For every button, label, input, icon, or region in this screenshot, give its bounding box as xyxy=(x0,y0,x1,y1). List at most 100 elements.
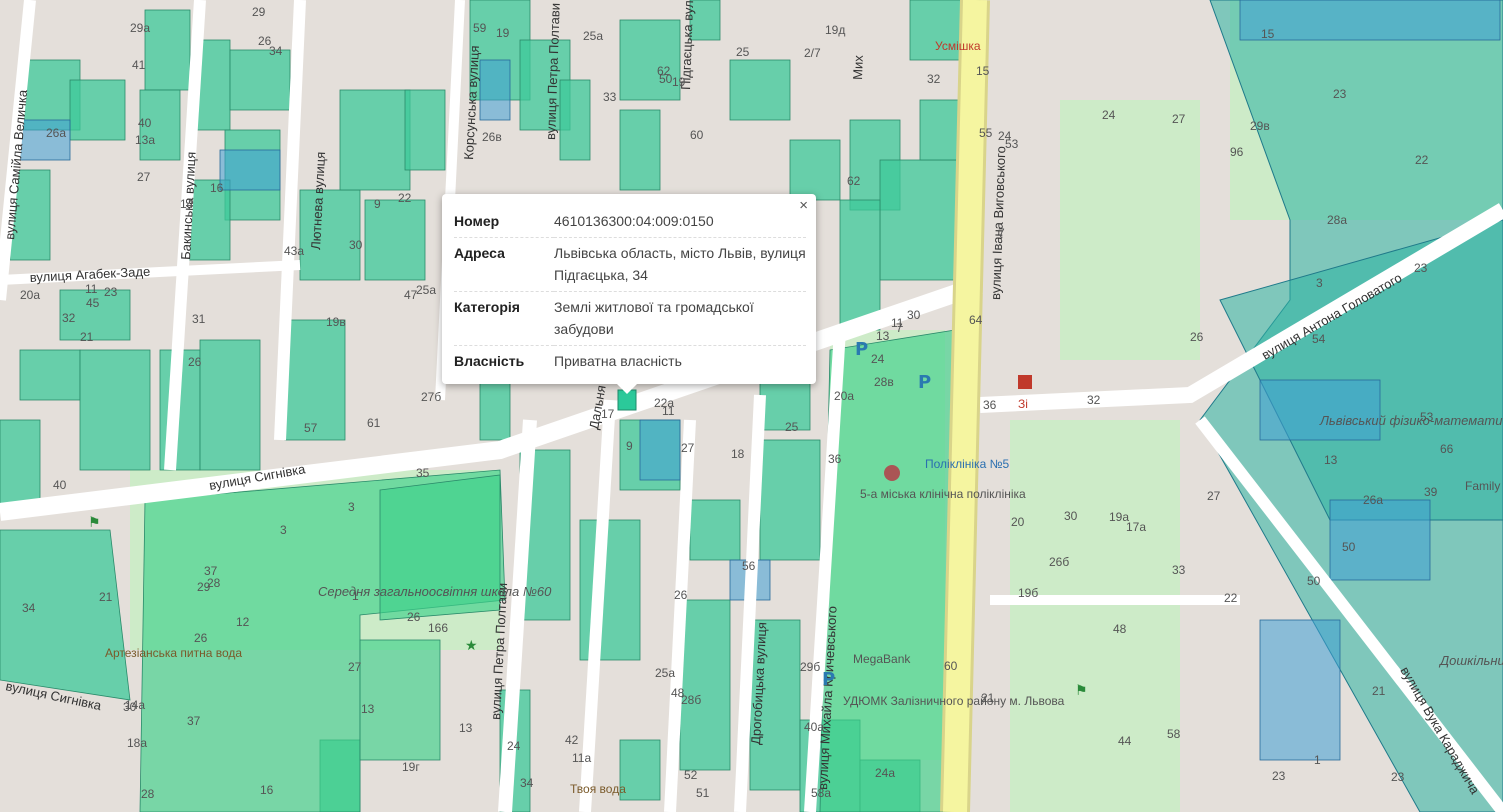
house-number: 36 xyxy=(828,452,842,466)
house-number: 62 xyxy=(847,174,861,188)
poi-label: 5-а міська клінічна поліклініка xyxy=(860,487,1026,501)
poi-label: Усмішка xyxy=(935,39,981,53)
house-number: 23 xyxy=(1272,769,1286,783)
house-number: 34 xyxy=(520,776,534,790)
row-value: Землі житлової та громадської забудови xyxy=(554,291,806,346)
house-number: 64 xyxy=(969,313,983,327)
house-number: 16 xyxy=(210,181,224,195)
poi-label: Артезіанська питна вода xyxy=(105,646,242,660)
house-number: 3 xyxy=(280,523,287,537)
house-number: 27 xyxy=(681,441,695,455)
house-number: 166 xyxy=(428,621,448,635)
house-number: 23 xyxy=(1391,770,1405,784)
house-number: 27б xyxy=(421,390,441,404)
house-number: 20 xyxy=(1011,515,1025,529)
house-number: 21 xyxy=(99,590,113,604)
playground-icon: ⚑ xyxy=(88,515,101,531)
house-number: 34 xyxy=(22,601,36,615)
row-value: 4610136300:04:009:0150 xyxy=(554,206,806,238)
house-number: 24а xyxy=(875,766,895,780)
house-number: 37 xyxy=(204,564,218,578)
house-number: 26 xyxy=(674,588,688,602)
house-number: 53 xyxy=(1420,410,1434,424)
house-number: 19в xyxy=(326,315,346,329)
house-number: 27 xyxy=(1172,112,1186,126)
house-number: 54 xyxy=(1312,332,1326,346)
house-number: 41 xyxy=(132,58,146,72)
poi-label: УДЮМК Залізничного району м. Львова xyxy=(843,694,1065,708)
house-number: 50 xyxy=(1307,574,1321,588)
parking-icon: P xyxy=(822,669,835,690)
house-number: 20а xyxy=(20,288,40,302)
house-number: 32 xyxy=(1087,393,1101,407)
house-number: 15 xyxy=(976,64,990,78)
house-number: 9 xyxy=(626,439,633,453)
poi-label: Дошкільний навчальний заклад №114 xyxy=(1438,653,1503,668)
house-number: 58 xyxy=(1167,727,1181,741)
house-number: 18 xyxy=(731,447,745,461)
pharmacy-icon xyxy=(1018,375,1032,389)
house-number: 58а xyxy=(811,786,831,800)
house-number: 24 xyxy=(1102,108,1116,122)
parcel-info-table: Номер 4610136300:04:009:0150 Адреса Льві… xyxy=(454,206,806,377)
house-number: 53 xyxy=(1005,137,1019,151)
house-number: 26в xyxy=(482,130,502,144)
house-number: 28в xyxy=(874,375,894,389)
house-number: 11 xyxy=(85,282,98,296)
house-number: 25а xyxy=(416,283,436,297)
house-number: 24 xyxy=(507,739,521,753)
house-number: 16 xyxy=(260,783,274,797)
house-number: 26 xyxy=(1190,330,1204,344)
house-number: 42 xyxy=(565,733,579,747)
house-number: 55 xyxy=(979,126,993,140)
poi-label: Львівський фізико-математичний ліцей xyxy=(1319,413,1503,428)
house-number: 2/7 xyxy=(804,46,821,60)
house-number: 37 xyxy=(187,714,201,728)
house-number: 48 xyxy=(1113,622,1127,636)
house-number: 9 xyxy=(374,197,381,211)
house-number: 26а xyxy=(46,126,66,140)
house-number: 36 xyxy=(983,398,997,412)
house-number: 13 xyxy=(1324,453,1338,467)
house-number: 52 xyxy=(684,768,698,782)
house-number: 29 xyxy=(252,5,266,19)
house-number: 60 xyxy=(944,659,958,673)
row-value: Львівська область, місто Львів, вулиця П… xyxy=(554,237,806,292)
house-number: 66 xyxy=(1440,442,1454,456)
house-number: 17а xyxy=(1126,520,1146,534)
poi-label: Family xyxy=(1465,479,1500,493)
house-number: 61 xyxy=(367,416,381,430)
house-number: 26 xyxy=(188,355,202,369)
house-number: 1 xyxy=(1314,753,1321,767)
house-number: 14 xyxy=(180,197,194,211)
house-number: 13 xyxy=(876,329,890,343)
house-number: 19 xyxy=(496,26,510,40)
house-number: 30 xyxy=(123,700,137,714)
house-number: 56 xyxy=(742,559,756,573)
house-number: 29а xyxy=(130,21,150,35)
street-label: Мих xyxy=(850,55,866,81)
sports-icon: ★ xyxy=(465,638,478,654)
house-number: 25 xyxy=(736,45,750,59)
parking-icon: P xyxy=(855,339,868,360)
poi-label: Зі xyxy=(1018,397,1028,411)
house-number: 40 xyxy=(53,478,67,492)
table-row: Адреса Львівська область, місто Львів, в… xyxy=(454,237,806,292)
table-row: Власність Приватна власність xyxy=(454,346,806,378)
house-number: 29б xyxy=(800,660,820,674)
house-number: 13 xyxy=(459,721,473,735)
row-label: Номер xyxy=(454,206,554,238)
row-label: Категорія xyxy=(454,291,554,346)
house-number: 19д xyxy=(825,23,845,37)
house-number: 32 xyxy=(927,72,941,86)
house-number: 48 xyxy=(671,686,685,700)
house-number: 22 xyxy=(1415,153,1429,167)
house-number: 50 xyxy=(659,72,673,86)
house-number: 19а xyxy=(1109,510,1129,524)
poi-label: MegaBank xyxy=(853,652,911,666)
map-canvas[interactable]: вулиця Сигнівка вулиця Сигнівка вулиця І… xyxy=(0,0,1503,812)
house-number: 7 xyxy=(998,226,1005,240)
house-number: 26 xyxy=(407,610,421,624)
house-number: 44 xyxy=(1118,734,1132,748)
house-number: 23 xyxy=(1333,87,1347,101)
